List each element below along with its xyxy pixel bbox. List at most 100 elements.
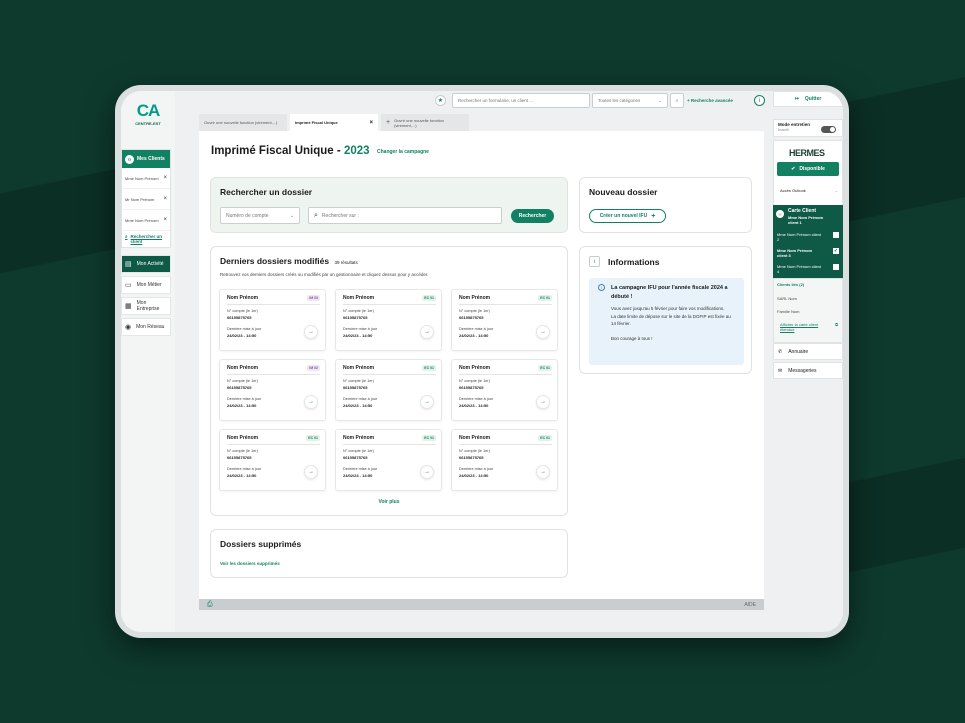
nav-mon-reseau[interactable]: ◉ Mon Réseau — [121, 318, 171, 336]
account-label: N° compte (le 1er) — [227, 309, 258, 313]
linked-client[interactable]: SARL Nom — [777, 296, 797, 301]
quit-label: Quitter — [804, 96, 822, 102]
info-alert: i La campagne IFU pour l'année fiscale 2… — [589, 278, 744, 365]
client-item[interactable]: Mme Nom Prénom × — [122, 210, 170, 231]
change-campaign-link[interactable]: Changer la campagne — [377, 149, 429, 155]
category-select[interactable]: Toutes les catégories ⌄ — [592, 93, 668, 108]
close-icon[interactable]: × — [369, 120, 373, 126]
client-card-item-name: Mme Nom Prénom client 4 — [777, 264, 822, 274]
client-card-item[interactable]: Mme Nom Prénom client 3 ✓ — [777, 248, 839, 258]
file-card[interactable]: Nom Prénom EC 01 N° compte (le 1er) 0615587… — [451, 359, 558, 421]
client-card-panel: ⚇ Carte Client Mme Nom Prénom client 1 M… — [773, 205, 843, 278]
file-card[interactable]: Nom Prénom EC 01 N° compte (le 1er) 0615587… — [335, 289, 442, 351]
deleted-files-link[interactable]: Voir les dossiers supprimés — [220, 561, 280, 566]
update-label: Dernière mise à jour — [227, 467, 262, 471]
see-more-row: Voir plus — [211, 499, 567, 505]
close-icon[interactable]: × — [163, 217, 167, 223]
divider — [227, 444, 320, 445]
close-icon[interactable]: × — [163, 175, 167, 181]
outlook-link[interactable]: Accès Outlook → — [780, 188, 838, 193]
file-card[interactable]: Nom Prénom EC 01 N° compte (le 1er) 0615587… — [451, 429, 558, 491]
tab-new-function[interactable]: Ouvrir une nouvelle fonction (virement,.… — [199, 114, 287, 131]
checkbox[interactable] — [833, 264, 839, 270]
file-card[interactable]: Nom Prénom EC 01 N° compte (le 1er) 0615587… — [219, 429, 326, 491]
account-label: N° compte (le 1er) — [227, 379, 258, 383]
messaging-link[interactable]: ✉ Messageries — [773, 362, 843, 379]
help-link[interactable]: AIDE — [744, 602, 756, 608]
file-card[interactable]: Nom Prénom EC 01 N° compte (le 1er) 0615587… — [335, 359, 442, 421]
result-count: 39 résultats — [334, 260, 358, 265]
client-item[interactable]: Mr Nom Prénom × — [122, 189, 170, 210]
tab-new-function-2[interactable]: + Ouvrir une nouvelle fonction (virement,… — [381, 114, 469, 131]
arrow-right-icon[interactable]: → — [536, 325, 550, 339]
plus-icon[interactable]: + — [386, 119, 390, 126]
file-card[interactable]: Nom Prénom IM 02 N° compte (le 1er) 0615587… — [219, 359, 326, 421]
see-more-link[interactable]: Voir plus — [378, 499, 399, 505]
file-card[interactable]: Nom Prénom IM 03 N° compte (le 1er) 0615587… — [219, 289, 326, 351]
file-card[interactable]: Nom Prénom EC 01 N° compte (le 1er) 0615587… — [451, 289, 558, 351]
maintenance-toggle[interactable] — [821, 126, 836, 133]
nav-mon-activite[interactable]: ▤ Mon Activité — [121, 255, 171, 273]
search-client-link[interactable]: ⌕ Rechercher un client — [122, 231, 170, 247]
search-button[interactable]: Rechercher — [511, 209, 554, 223]
clients-icon: ⚇ — [125, 154, 134, 164]
update-label: Dernière mise à jour — [227, 327, 262, 331]
status-label: Disponible — [799, 166, 825, 172]
extended-card-link[interactable]: Afficher la carte client étendue ⧉ — [780, 322, 838, 332]
client-item[interactable]: Mme Nom Prénom × — [122, 168, 170, 189]
messaging-label: Messageries — [788, 367, 817, 374]
update-label: Dernière mise à jour — [343, 397, 378, 401]
create-ifu-button[interactable]: Créer un nouvel IFU + — [589, 209, 666, 223]
file-card[interactable]: Nom Prénom EC 01 N° compte (le 1er) 0615587… — [335, 429, 442, 491]
left-sidebar: CA CENTRE-EST ⚇ Mes Clients Mme Nom Préno… — [121, 91, 175, 632]
directory-link[interactable]: ✆ Annuaire — [773, 343, 843, 360]
arrow-right-icon[interactable]: → — [536, 465, 550, 479]
nav-mon-metier[interactable]: ▭ Mon Métier — [121, 276, 171, 294]
file-type-badge: EC 01 — [422, 295, 436, 301]
advanced-search-link[interactable]: + Recherche avancée — [687, 98, 733, 103]
quit-button[interactable]: ↦ Quitter — [773, 91, 843, 107]
file-client-name: Nom Prénom — [343, 435, 375, 441]
info-icon[interactable]: i — [754, 95, 765, 106]
divider — [343, 444, 436, 445]
recent-title: Derniers dossiers modifiés — [220, 256, 330, 266]
arrow-right-icon[interactable]: → — [420, 465, 434, 479]
client-card-item[interactable]: Mme Nom Prénom client 2 — [777, 232, 839, 242]
arrow-right-icon[interactable]: → — [420, 325, 434, 339]
search-icon[interactable]: ⌕ — [670, 93, 684, 108]
star-icon[interactable]: ★ — [435, 95, 446, 106]
checkbox[interactable] — [833, 232, 839, 238]
file-type-badge: EC 01 — [422, 435, 436, 441]
brand-logo[interactable]: CA CENTRE-EST — [130, 101, 166, 126]
account-label: N° compte (le 1er) — [459, 309, 490, 313]
arrow-right-icon[interactable]: → — [536, 395, 550, 409]
file-client-name: Nom Prénom — [227, 365, 259, 371]
global-search-input[interactable]: Rechercher un formulaire, un client ... — [452, 93, 590, 108]
close-icon[interactable]: × — [163, 196, 167, 202]
account-number-select[interactable]: Numéro de compte ⌄ — [220, 207, 300, 224]
printer-icon[interactable]: ⎙ — [207, 601, 213, 609]
arrow-right-icon[interactable]: → — [304, 395, 318, 409]
arrow-right-icon[interactable]: → — [420, 395, 434, 409]
file-type-badge: IM 03 — [307, 295, 320, 301]
dossier-search-input[interactable]: ⌕ Rechercher sur : — [308, 207, 502, 224]
nav-mon-entreprise[interactable]: ▦ Mon Entreprise — [121, 297, 171, 315]
client-card-item[interactable]: Mme Nom Prénom client 4 — [777, 264, 839, 274]
file-client-name: Nom Prénom — [227, 295, 259, 301]
search-client-label: Rechercher un client — [130, 234, 163, 244]
my-clients-header[interactable]: ⚇ Mes Clients — [122, 150, 170, 168]
status-badge[interactable]: ✔ Disponible — [777, 162, 839, 176]
logo-region: CENTRE-EST — [135, 121, 161, 126]
account-label: N° compte (le 1er) — [343, 309, 374, 313]
account-number: 06155875765 — [227, 315, 252, 320]
linked-client[interactable]: Famille Nom — [777, 309, 799, 314]
checkbox-checked[interactable]: ✓ — [833, 248, 839, 254]
divider — [343, 374, 436, 375]
arrow-right-icon[interactable]: → — [304, 465, 318, 479]
arrow-right-icon[interactable]: → — [304, 325, 318, 339]
outlook-label: Accès Outlook — [780, 188, 806, 193]
tab-ifu[interactable]: Imprimé Fiscal Unique × — [290, 114, 378, 131]
nav-label: Mon Métier — [136, 282, 162, 288]
my-clients-panel: ⚇ Mes Clients Mme Nom Prénom × Mr Nom Prén… — [121, 149, 171, 248]
file-client-name: Nom Prénom — [459, 295, 491, 301]
